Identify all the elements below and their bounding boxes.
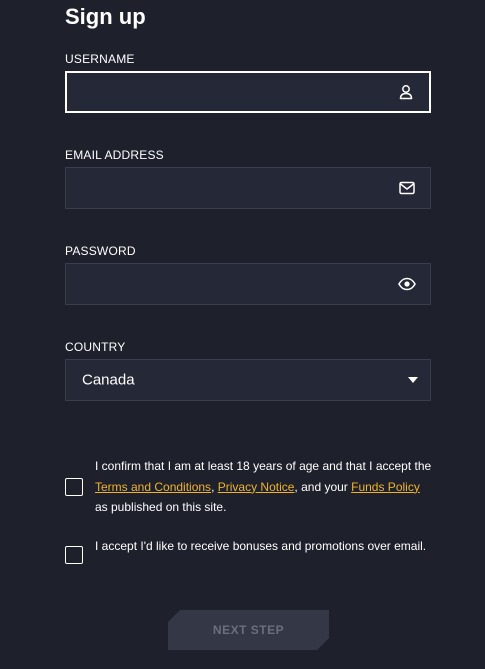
page-title: Sign up xyxy=(65,4,146,29)
eye-icon[interactable] xyxy=(398,275,416,293)
mail-icon xyxy=(398,179,416,197)
privacy-link[interactable]: Privacy Notice xyxy=(218,480,295,494)
email-field[interactable] xyxy=(65,167,431,209)
password-field[interactable] xyxy=(65,263,431,305)
caret-down-icon xyxy=(408,377,418,383)
username-field[interactable] xyxy=(65,71,431,113)
country-selected-value: Canada xyxy=(82,371,135,389)
username-input[interactable] xyxy=(67,73,387,111)
bonuses-consent-text: I accept I'd like to receive bonuses and… xyxy=(95,539,427,553)
password-input[interactable] xyxy=(66,264,386,304)
next-step-button[interactable]: NEXT STEP xyxy=(168,610,329,650)
bonuses-consent-row: I accept I'd like to receive bonuses and… xyxy=(65,536,435,578)
country-label: COUNTRY xyxy=(65,340,126,354)
age-consent-text-2: , and your xyxy=(294,479,352,494)
email-label: EMAIL ADDRESS xyxy=(65,148,164,162)
age-consent-row: I confirm that I am at least 18 years of… xyxy=(65,456,435,518)
funds-policy-link[interactable]: Funds Policy xyxy=(351,480,420,494)
terms-link[interactable]: Terms and Conditions xyxy=(95,480,211,494)
country-select[interactable]: Canada xyxy=(65,359,431,401)
email-input[interactable] xyxy=(66,168,386,208)
age-consent-checkbox[interactable] xyxy=(65,478,83,496)
bonuses-consent-checkbox[interactable] xyxy=(65,546,83,564)
age-consent-text-1: I confirm that I am at least 18 years of… xyxy=(95,459,432,473)
age-consent-text-3: as published on this site. xyxy=(95,500,227,514)
age-consent-text: I confirm that I am at least 18 years of… xyxy=(95,456,435,518)
password-label: PASSWORD xyxy=(65,244,136,258)
age-consent-sep: , xyxy=(211,479,218,494)
user-icon xyxy=(397,83,415,101)
username-label: USERNAME xyxy=(65,52,135,66)
